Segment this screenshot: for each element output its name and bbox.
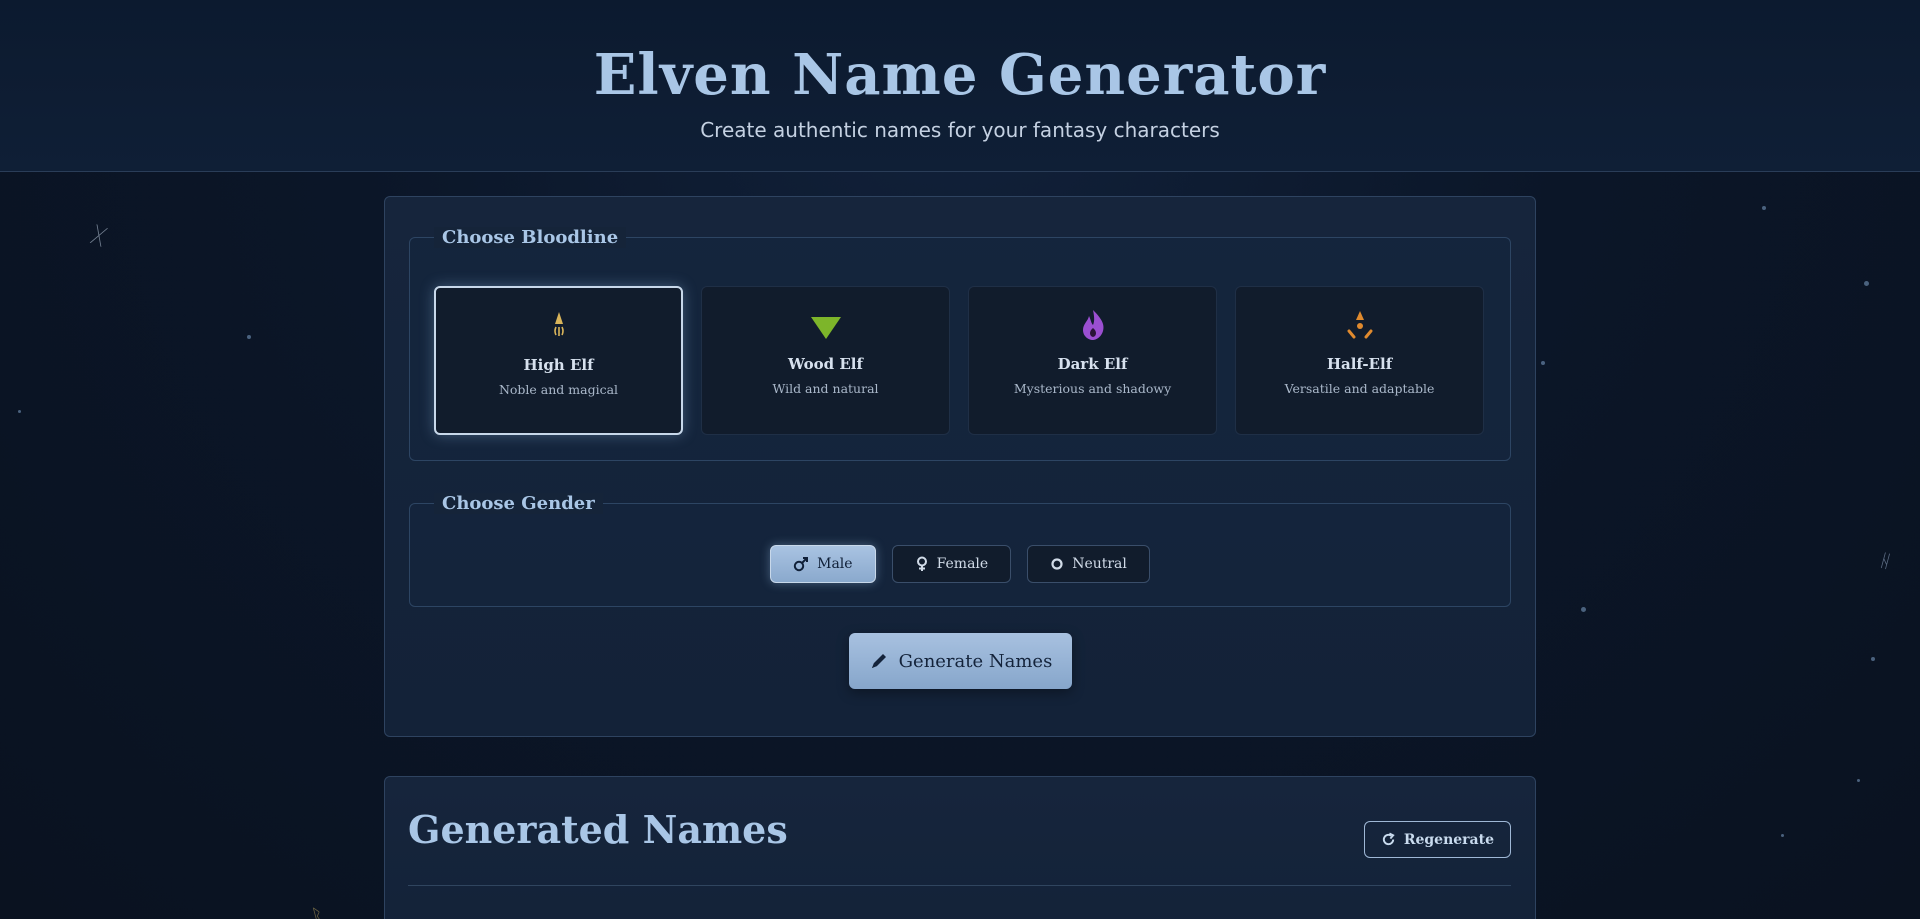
results-panel: Generated Names Regenerate: [384, 776, 1536, 919]
bloodline-name: High Elf: [523, 356, 594, 374]
bloodline-card-high-elf[interactable]: High Elf Noble and magical: [434, 286, 683, 435]
generate-label: Generate Names: [898, 650, 1053, 672]
page-header: Elven Name Generator Create authentic na…: [0, 0, 1920, 172]
regenerate-button[interactable]: Regenerate: [1363, 821, 1511, 858]
rune-decoration: ᚱ: [309, 903, 326, 919]
page-subtitle: Create authentic names for your fantasy …: [700, 118, 1220, 142]
refresh-icon: [1382, 832, 1395, 846]
flame-icon: [969, 309, 1216, 341]
bloodline-card-dark-elf[interactable]: Dark Elf Mysterious and shadowy: [968, 286, 1217, 435]
bloodline-legend: Choose Bloodline: [434, 227, 627, 248]
regenerate-label: Regenerate: [1403, 831, 1494, 848]
bloodline-description: Versatile and adaptable: [1284, 381, 1435, 396]
spire-icon: [436, 310, 681, 342]
gender-label: Female: [936, 556, 989, 572]
gender-button-neutral[interactable]: Neutral: [1027, 545, 1150, 583]
gender-group: Choose Gender Male Female Neutral: [409, 493, 1511, 607]
results-title: Generated Names: [408, 807, 788, 852]
leaf-triangle-icon: [702, 309, 949, 341]
bloodline-description: Wild and natural: [772, 381, 879, 396]
bloodline-card-wood-elf[interactable]: Wood Elf Wild and natural: [701, 286, 950, 435]
gender-legend: Choose Gender: [434, 493, 603, 514]
venus-icon: [916, 556, 927, 571]
rune-decoration: ᚷ: [88, 222, 110, 251]
generate-names-button[interactable]: Generate Names: [849, 633, 1072, 689]
balance-icon: [1236, 309, 1483, 341]
results-divider: [408, 885, 1511, 886]
gender-label: Male: [817, 556, 853, 572]
bloodline-description: Noble and magical: [498, 382, 619, 397]
mars-icon: [793, 557, 809, 572]
bloodline-card-half-elf[interactable]: Half-Elf Versatile and adaptable: [1235, 286, 1484, 435]
circle-icon: [1051, 558, 1063, 570]
generator-panel: Choose Bloodline High Elf Noble and magi…: [384, 196, 1536, 737]
bloodline-description: Mysterious and shadowy: [1013, 381, 1172, 396]
pen-icon: [871, 654, 886, 668]
bloodline-name: Wood Elf: [788, 355, 863, 373]
gender-label: Neutral: [1072, 556, 1127, 572]
bloodline-group: Choose Bloodline High Elf Noble and magi…: [409, 227, 1511, 461]
gender-button-male[interactable]: Male: [770, 545, 876, 583]
gender-button-female[interactable]: Female: [891, 545, 1012, 583]
rune-decoration: ᚺ: [1877, 549, 1894, 574]
bloodline-name: Half-Elf: [1326, 355, 1393, 373]
page-title: Elven Name Generator: [593, 42, 1327, 108]
bloodline-name: Dark Elf: [1057, 355, 1128, 373]
